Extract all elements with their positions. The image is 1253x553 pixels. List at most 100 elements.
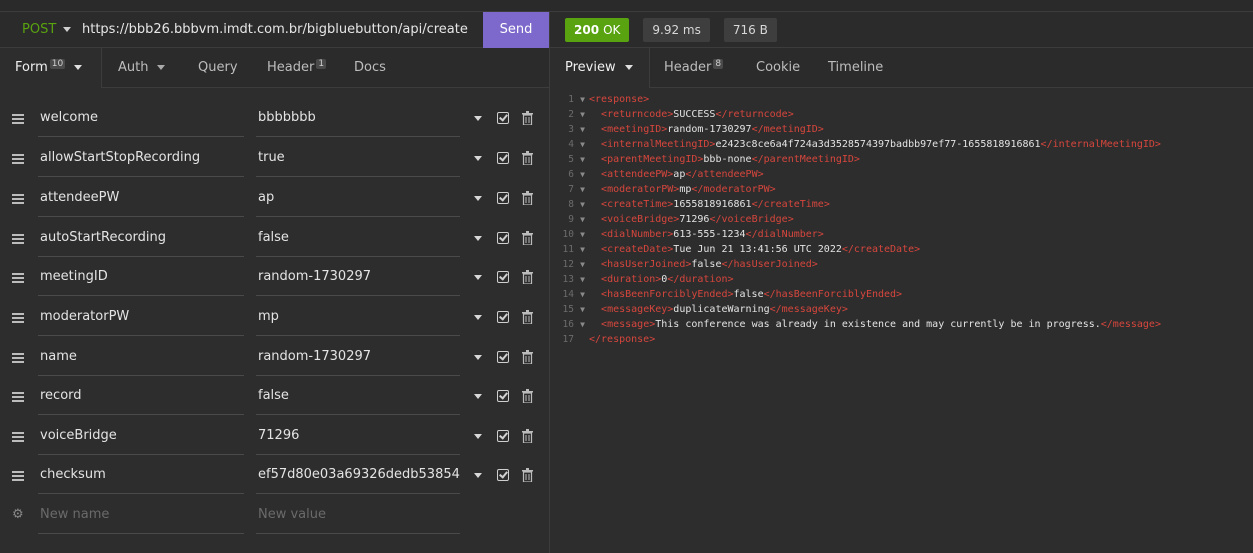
- fold-arrow-icon[interactable]: ▼: [576, 155, 589, 164]
- checkbox-checked-icon[interactable]: [497, 112, 509, 124]
- url-input[interactable]: [82, 12, 483, 47]
- field-value-input[interactable]: mp: [256, 298, 460, 336]
- field-value-input[interactable]: bbbbbbb: [256, 99, 460, 137]
- field-value-input[interactable]: false: [256, 219, 460, 257]
- checkbox-checked-icon[interactable]: [497, 430, 509, 442]
- tab-timeline[interactable]: Timeline: [814, 48, 904, 88]
- row-options-caret-icon[interactable]: [474, 473, 482, 478]
- trash-icon[interactable]: [522, 310, 533, 324]
- checkbox-checked-icon[interactable]: [497, 469, 509, 481]
- field-name-input[interactable]: checksum: [38, 456, 244, 494]
- tab-docs[interactable]: Docs: [342, 48, 402, 88]
- checkbox-checked-icon[interactable]: [497, 311, 509, 323]
- drag-handle-icon[interactable]: [12, 338, 24, 378]
- tab-query[interactable]: Query: [182, 48, 252, 88]
- fold-arrow-icon[interactable]: ▼: [576, 125, 589, 134]
- tab-header[interactable]: Header 1: [252, 48, 342, 88]
- row-options-caret-icon[interactable]: [474, 355, 482, 360]
- field-value-input[interactable]: random-1730297: [256, 258, 460, 296]
- checkbox-checked-icon[interactable]: [497, 351, 509, 363]
- fold-arrow-icon[interactable]: ▼: [576, 230, 589, 239]
- fold-arrow-icon[interactable]: ▼: [576, 305, 589, 314]
- checkbox-checked-icon[interactable]: [497, 390, 509, 402]
- xml-text: bbb-none: [703, 154, 752, 165]
- field-value-input[interactable]: 71296: [256, 417, 460, 455]
- fold-arrow-icon[interactable]: ▼: [576, 275, 589, 284]
- row-options-caret-icon[interactable]: [474, 275, 482, 280]
- row-options-caret-icon[interactable]: [474, 434, 482, 439]
- field-name-input[interactable]: record: [38, 377, 244, 415]
- trash-icon[interactable]: [522, 151, 533, 165]
- form-row: voiceBridge 71296: [0, 417, 549, 457]
- tab-preview[interactable]: Preview: [550, 47, 650, 88]
- row-options-caret-icon[interactable]: [474, 156, 482, 161]
- fold-arrow-icon[interactable]: ▼: [576, 170, 589, 179]
- tab-cookie[interactable]: Cookie: [740, 48, 814, 88]
- checkbox-checked-icon[interactable]: [497, 192, 509, 204]
- drag-handle-icon[interactable]: [12, 377, 24, 417]
- code-line: 17 </response>: [550, 332, 1253, 347]
- drag-handle-icon[interactable]: [12, 258, 24, 298]
- method-dropdown[interactable]: POST: [0, 22, 82, 37]
- fold-arrow-icon[interactable]: ▼: [576, 245, 589, 254]
- checkbox-checked-icon[interactable]: [497, 232, 509, 244]
- drag-handle-icon[interactable]: [12, 179, 24, 219]
- field-name-input[interactable]: allowStartStopRecording: [38, 139, 244, 177]
- xml-open-tag: <duration>: [601, 274, 662, 285]
- trash-icon[interactable]: [522, 350, 533, 364]
- field-name-input[interactable]: meetingID: [38, 258, 244, 296]
- drag-handle-icon[interactable]: [12, 219, 24, 259]
- field-name-input[interactable]: autoStartRecording: [38, 219, 244, 257]
- field-value-input[interactable]: false: [256, 377, 460, 415]
- fold-arrow-icon[interactable]: ▼: [576, 290, 589, 299]
- row-options-caret-icon[interactable]: [474, 196, 482, 201]
- fold-arrow-icon[interactable]: ▼: [576, 260, 589, 269]
- drag-handle-icon[interactable]: [12, 99, 24, 139]
- new-name-input[interactable]: New name: [38, 496, 244, 534]
- new-value-input[interactable]: New value: [256, 496, 460, 534]
- trash-icon[interactable]: [522, 429, 533, 443]
- form-row: name random-1730297: [0, 338, 549, 378]
- tab-response-header[interactable]: Header 8: [650, 48, 740, 88]
- fold-arrow-icon[interactable]: ▼: [576, 200, 589, 209]
- fold-arrow-icon[interactable]: ▼: [576, 110, 589, 119]
- trash-icon[interactable]: [522, 231, 533, 245]
- trash-icon[interactable]: [522, 468, 533, 482]
- fold-arrow-icon[interactable]: ▼: [576, 320, 589, 329]
- field-name-input[interactable]: name: [38, 338, 244, 376]
- tab-form[interactable]: Form 10: [0, 47, 102, 88]
- send-button[interactable]: Send: [483, 11, 549, 48]
- fold-arrow-icon[interactable]: ▼: [576, 140, 589, 149]
- row-options-caret-icon[interactable]: [474, 394, 482, 399]
- field-value-input[interactable]: ef57d80e03a69326dedb53854caf: [256, 456, 460, 494]
- drag-handle-icon[interactable]: [12, 456, 24, 496]
- fold-arrow-icon[interactable]: ▼: [576, 95, 589, 104]
- tab-response-header-label: Header: [664, 60, 712, 75]
- field-value-input[interactable]: true: [256, 139, 460, 177]
- field-name-input[interactable]: moderatorPW: [38, 298, 244, 336]
- drag-handle-icon[interactable]: [12, 417, 24, 457]
- checkbox-checked-icon[interactable]: [497, 271, 509, 283]
- row-options-caret-icon[interactable]: [474, 236, 482, 241]
- line-number: 2: [568, 109, 574, 120]
- form-row: moderatorPW mp: [0, 298, 549, 338]
- xml-close-tag: </attendeePW>: [685, 169, 764, 180]
- trash-icon[interactable]: [522, 270, 533, 284]
- checkbox-checked-icon[interactable]: [497, 152, 509, 164]
- row-options-caret-icon[interactable]: [474, 315, 482, 320]
- field-name-input[interactable]: voiceBridge: [38, 417, 244, 455]
- tab-auth[interactable]: Auth: [102, 48, 182, 88]
- field-value-input[interactable]: ap: [256, 179, 460, 217]
- drag-handle-icon[interactable]: [12, 139, 24, 179]
- trash-icon[interactable]: [522, 111, 533, 125]
- field-name-input[interactable]: welcome: [38, 99, 244, 137]
- field-name-input[interactable]: attendeePW: [38, 179, 244, 217]
- trash-icon[interactable]: [522, 191, 533, 205]
- trash-icon[interactable]: [522, 389, 533, 403]
- row-options-caret-icon[interactable]: [474, 116, 482, 121]
- gear-icon[interactable]: ⚙: [12, 508, 26, 522]
- fold-arrow-icon[interactable]: ▼: [576, 215, 589, 224]
- field-value-input[interactable]: random-1730297: [256, 338, 460, 376]
- drag-handle-icon[interactable]: [12, 298, 24, 338]
- fold-arrow-icon[interactable]: ▼: [576, 185, 589, 194]
